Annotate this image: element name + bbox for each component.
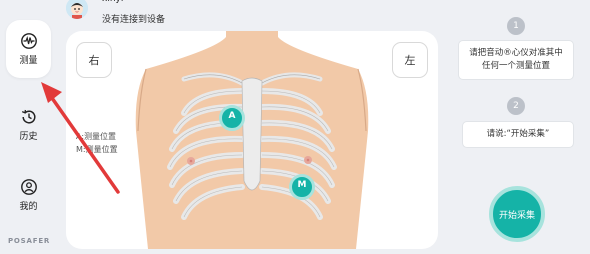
header: xinyi 没有连接到设备 [66,0,165,26]
legend-m: M:测量位置 [76,145,118,154]
marker-m-label: M [297,180,307,190]
step-2-badge: 2 [507,97,525,115]
sidebar: 测量 历史 我的 POSAFER [0,0,58,254]
chest-panel: A M 右 左 A:测量位置 M:测量位置 [66,31,438,249]
left-side-label: 左 [404,54,416,67]
start-collect-label: 开始采集 [498,210,535,221]
step-2-text: 请说:“开始采集” [486,129,550,139]
right-side-label: 右 [88,54,100,67]
history-icon [21,109,36,124]
nav-label-measure: 测量 [19,56,38,66]
step-2-card: 请说:“开始采集” [462,121,574,148]
connection-status: 没有连接到设备 [102,15,166,25]
brand-logo: POSAFER [8,237,51,245]
right-side-button[interactable]: 右 [76,42,112,78]
nav-item-profile[interactable]: 我的 [6,166,51,224]
step-1-card: 请把音动®心仪对准其中 任何一个测量位置 [458,40,574,80]
nav-label-profile: 我的 [19,202,38,212]
step-1-text-line2: 任何一个测量位置 [481,61,550,71]
nav-item-measure[interactable]: 测量 [6,20,51,78]
marker-a-label: A [228,111,236,121]
heartbeat-icon [20,33,37,49]
legend-a: A:测量位置 [76,132,117,141]
username: xinyi [102,0,123,4]
chest-illustration [135,31,369,249]
step-1-badge: 1 [507,17,525,35]
start-collect-button[interactable]: 开始采集 [489,186,545,242]
nav-item-history[interactable]: 历史 [6,96,51,154]
avatar-face-icon [66,0,88,19]
left-side-button[interactable]: 左 [392,42,428,78]
nav-label-history: 历史 [19,132,38,142]
user-icon [20,179,37,195]
avatar[interactable] [66,0,88,19]
step-1-text-line1: 请把音动®心仪对准其中 [469,48,563,58]
